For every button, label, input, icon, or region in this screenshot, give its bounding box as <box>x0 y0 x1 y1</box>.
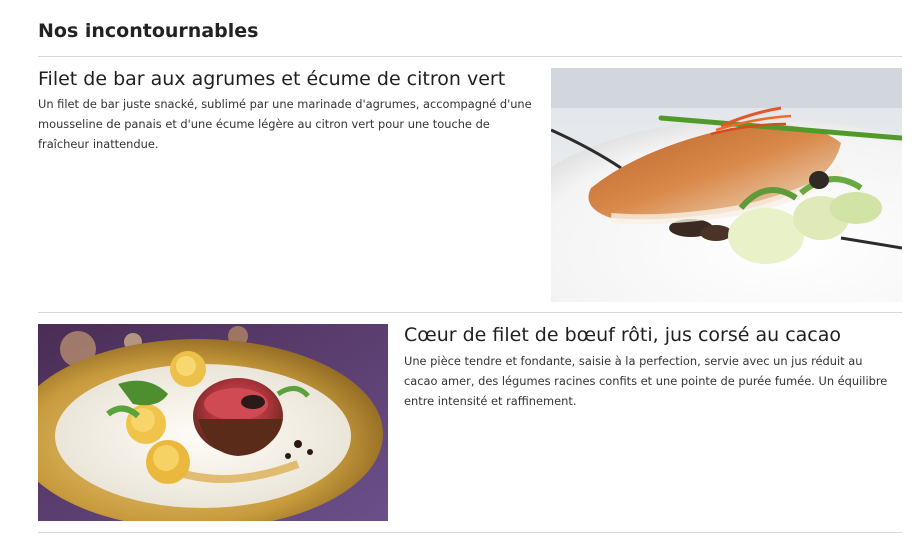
dish-card-beef: Cœur de filet de bœuf rôti, jus corsé au… <box>38 313 902 533</box>
fish-fillet-photo <box>551 68 902 302</box>
section-title: Nos incontournables <box>38 20 259 42</box>
dish-title: Cœur de filet de bœuf rôti, jus corsé au… <box>404 324 841 346</box>
dish-description: Une pièce tendre et fondante, saisie à l… <box>404 354 888 408</box>
beef-fillet-photo <box>38 324 388 521</box>
signature-dishes-section: Nos incontournables Filet de bar aux agr… <box>38 0 902 537</box>
dish-description: Un filet de bar juste snacké, sublimé pa… <box>38 97 532 151</box>
divider <box>38 532 902 533</box>
dish-card-sea-bass: Filet de bar aux agrumes et écume de cit… <box>38 57 902 313</box>
dish-title: Filet de bar aux agrumes et écume de cit… <box>38 68 506 90</box>
